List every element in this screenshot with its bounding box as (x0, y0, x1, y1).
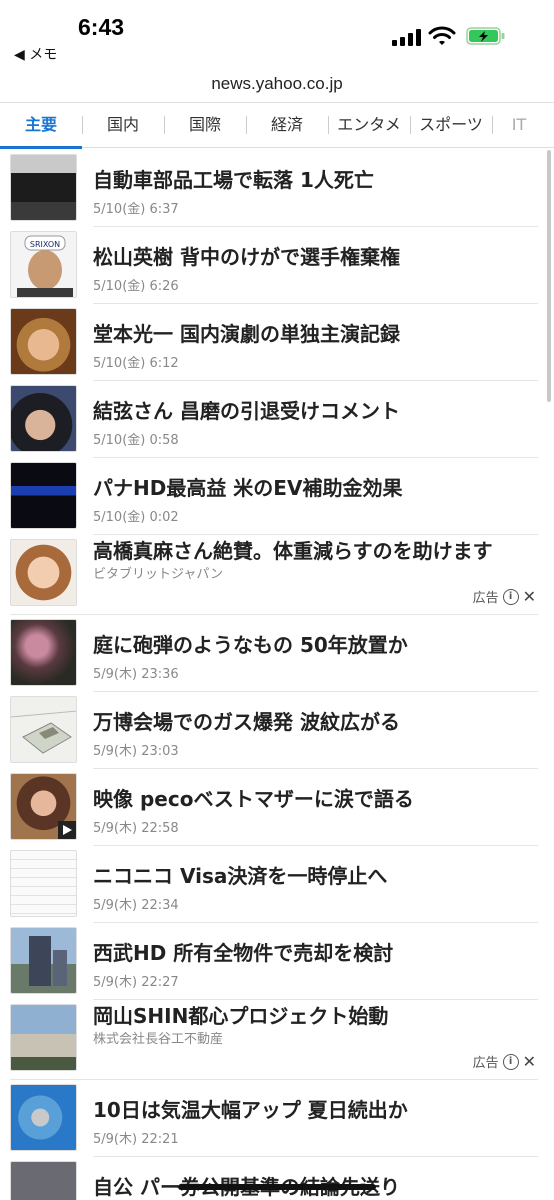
news-title: 万博会場でのガス爆発 波紋広がる (93, 710, 400, 734)
ad-item[interactable]: 岡山SHIN都心プロジェクト始動 株式会社長谷工不動産 広告 i ✕ (0, 1000, 554, 1080)
news-title: 結弦さん 昌磨の引退受けコメント (93, 399, 400, 423)
news-item[interactable]: SRIXON 松山英樹 背中のけがで選手権棄権 5/10(金) 6:26 (0, 227, 554, 304)
tab-world[interactable]: 国際 (164, 102, 246, 148)
news-item[interactable]: 結弦さん 昌磨の引退受けコメント 5/10(金) 0:58 (0, 381, 554, 458)
news-timestamp: 5/10(金) 0:58 (93, 433, 179, 448)
news-item[interactable]: 堂本光一 国内演劇の単独主演記録 5/10(金) 6:12 (0, 304, 554, 381)
news-title: ニコニコ Visa決済を一時停止へ (93, 864, 388, 888)
news-item[interactable]: ニコニコ Visa決済を一時停止へ 5/9(木) 22:34 (0, 846, 554, 923)
news-timestamp: 5/10(金) 0:02 (93, 510, 179, 525)
ad-sponsor: 株式会社長谷工不動産 (93, 1032, 224, 1047)
news-title: 松山英樹 背中のけがで選手権棄権 (93, 245, 400, 269)
news-title: 庭に砲弾のようなもの 50年放置か (93, 633, 408, 657)
news-item[interactable]: 庭に砲弾のようなもの 50年放置か 5/9(木) 23:36 (0, 615, 554, 692)
back-to-app-link[interactable]: ◀ メモ (14, 44, 57, 64)
news-title: 10日は気温大幅アップ 夏日続出か (93, 1098, 408, 1122)
tab-sports[interactable]: スポーツ (410, 102, 492, 148)
tab-economy[interactable]: 経済 (246, 102, 328, 148)
news-thumbnail (10, 773, 77, 840)
news-thumbnail (10, 850, 77, 917)
news-thumbnail (10, 462, 77, 529)
news-item[interactable]: 自動車部品工場で転落 1人死亡 5/10(金) 6:37 (0, 150, 554, 227)
news-timestamp: 5/10(金) 6:26 (93, 279, 179, 294)
news-item[interactable]: パナHD最高益 米のEV補助金効果 5/10(金) 0:02 (0, 458, 554, 535)
news-item[interactable]: 西武HD 所有全物件で売却を検討 5/9(木) 22:27 (0, 923, 554, 1000)
news-timestamp: 5/9(木) 22:21 (93, 1132, 179, 1147)
battery-charging-icon (466, 27, 505, 45)
ad-title: 岡山SHIN都心プロジェクト始動 (93, 1004, 389, 1028)
status-bar: 6:43 ◀ メモ (0, 0, 554, 70)
tab-domestic[interactable]: 国内 (82, 102, 164, 148)
news-title: パナHD最高益 米のEV補助金効果 (93, 476, 403, 500)
category-tabs: 主要 国内 国際 経済 エンタメ スポーツ IT (0, 102, 554, 149)
info-icon[interactable]: i (502, 588, 519, 605)
url-bar[interactable]: news.yahoo.co.jp (0, 74, 554, 94)
news-item[interactable]: 万博会場でのガス爆発 波紋広がる 5/9(木) 23:03 (0, 692, 554, 769)
news-thumbnail (10, 1161, 77, 1200)
close-icon[interactable]: ✕ (523, 1052, 536, 1071)
news-title: 自動車部品工場で転落 1人死亡 (93, 168, 374, 192)
tab-entertainment[interactable]: エンタメ (328, 102, 410, 148)
news-item[interactable]: 映像 pecoベストマザーに涙で語る 5/9(木) 22:58 (0, 769, 554, 846)
close-icon[interactable]: ✕ (523, 587, 536, 606)
ad-item[interactable]: 高橋真麻さん絶賛。体重減らすのを助けます ビタブリットジャパン 広告 i ✕ (0, 535, 554, 615)
svg-text:SRIXON: SRIXON (30, 240, 60, 249)
clock: 6:43 (78, 14, 125, 40)
news-timestamp: 5/9(木) 23:36 (93, 667, 179, 682)
news-title: 西武HD 所有全物件で売却を検討 (93, 941, 394, 965)
info-icon[interactable]: i (502, 1053, 519, 1070)
news-timestamp: 5/9(木) 22:27 (93, 975, 179, 990)
news-thumbnail (10, 308, 77, 375)
news-thumbnail (10, 1084, 77, 1151)
ad-label: 広告 (472, 591, 499, 606)
news-list: 自動車部品工場で転落 1人死亡 5/10(金) 6:37 SRIXON 松山英樹… (0, 150, 554, 1200)
wifi-icon (428, 26, 456, 45)
news-title: 映像 pecoベストマザーに涙で語る (93, 787, 414, 811)
news-timestamp: 5/10(金) 6:12 (93, 356, 179, 371)
ad-title: 高橋真麻さん絶賛。体重減らすのを助けます (93, 539, 493, 563)
ad-thumbnail (10, 539, 77, 606)
ad-tag: 広告 i ✕ (473, 1052, 536, 1071)
news-item[interactable]: 自公 パー券公開基準の結論先送り (0, 1157, 554, 1200)
ad-sponsor: ビタブリットジャパン (93, 567, 224, 582)
news-item[interactable]: 10日は気温大幅アップ 夏日続出か 5/9(木) 22:21 (0, 1080, 554, 1157)
play-icon (58, 821, 76, 839)
ad-label: 広告 (472, 1056, 499, 1071)
news-thumbnail: SRIXON (10, 231, 77, 298)
ad-thumbnail (10, 1004, 77, 1071)
news-thumbnail (10, 154, 77, 221)
news-timestamp: 5/10(金) 6:37 (93, 202, 179, 217)
news-thumbnail (10, 385, 77, 452)
ad-tag: 広告 i ✕ (473, 587, 536, 606)
news-thumbnail (10, 619, 77, 686)
news-title: 堂本光一 国内演劇の単独主演記録 (93, 322, 400, 346)
tab-it[interactable]: IT (492, 102, 546, 148)
cellular-signal-icon (392, 28, 421, 46)
tab-main[interactable]: 主要 (0, 102, 82, 149)
news-timestamp: 5/9(木) 22:34 (93, 898, 179, 913)
news-timestamp: 5/9(木) 23:03 (93, 744, 179, 759)
scrollbar[interactable] (547, 150, 551, 402)
news-thumbnail (10, 696, 77, 763)
home-indicator[interactable] (178, 1184, 376, 1190)
news-thumbnail (10, 927, 77, 994)
news-timestamp: 5/9(木) 22:58 (93, 821, 179, 836)
